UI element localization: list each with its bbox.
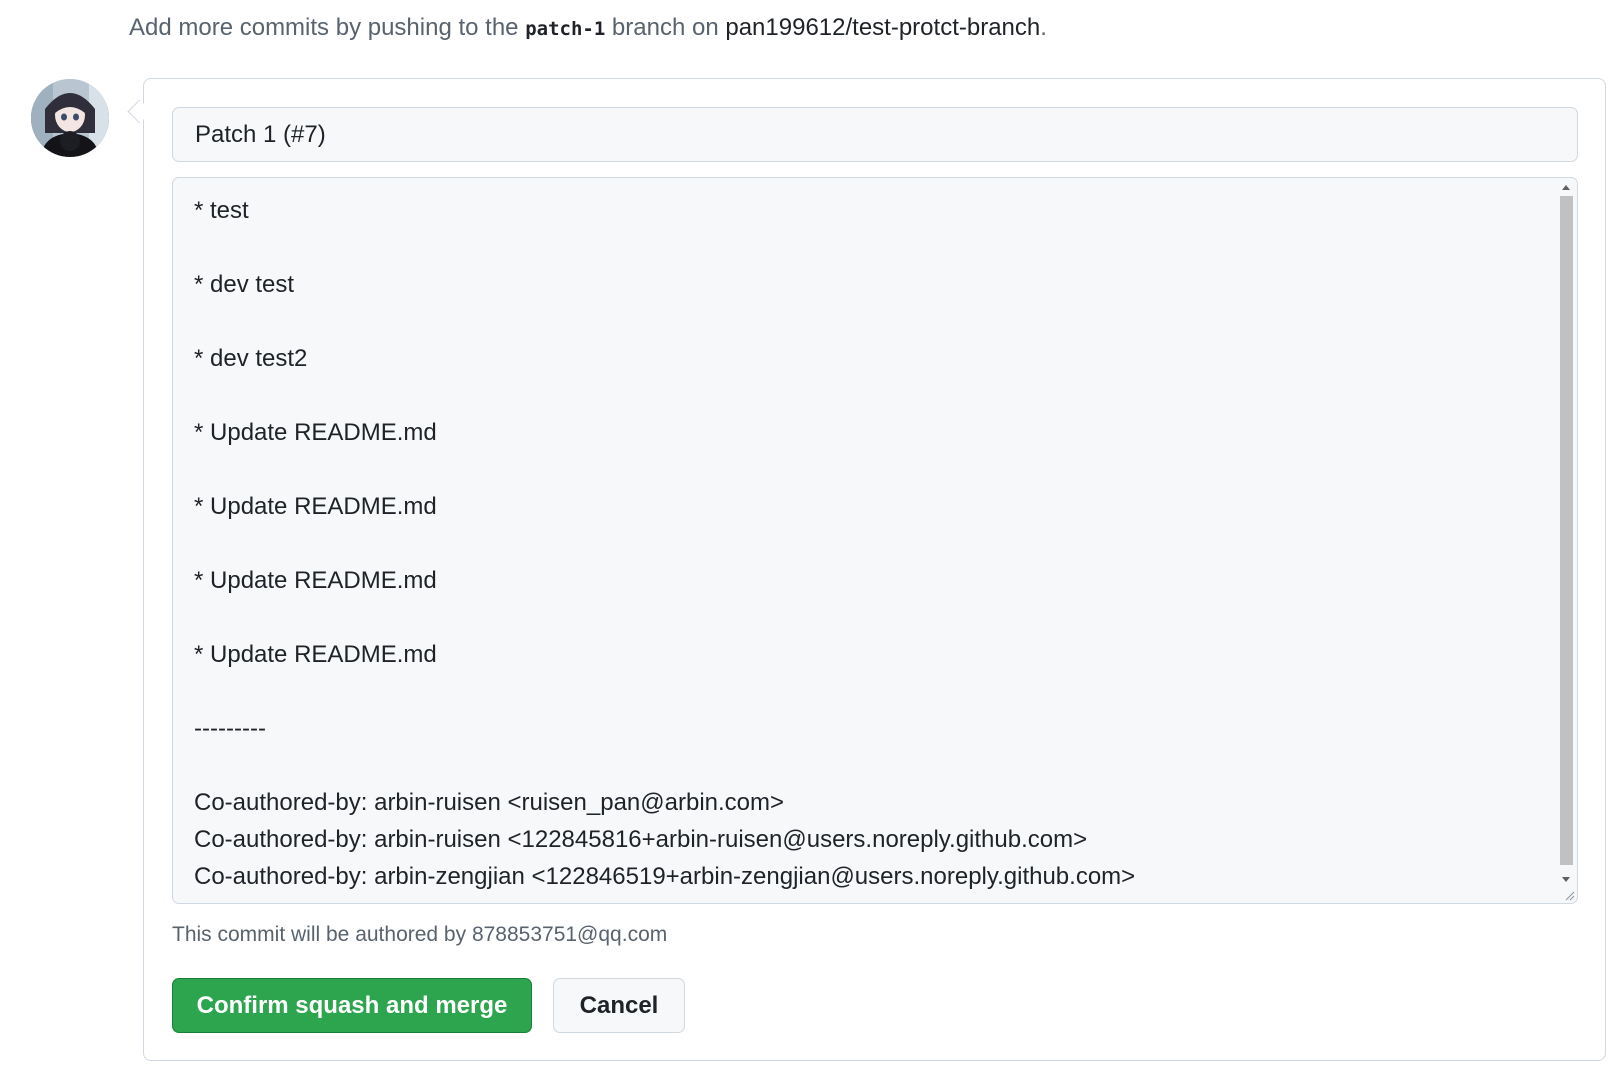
commit-message-line: * Update README.md <box>194 419 437 446</box>
commit-message-line: --------- <box>194 715 266 742</box>
message-scrollbar[interactable] <box>1557 179 1576 902</box>
avatar[interactable] <box>31 79 109 157</box>
commit-message-line <box>194 451 1547 488</box>
confirm-squash-merge-button[interactable]: Confirm squash and merge <box>172 978 532 1033</box>
commit-message-line: Co-authored-by: arbin-ruisen <ruisen_pan… <box>194 789 785 816</box>
commit-message-line <box>194 229 1547 266</box>
commit-title-input[interactable]: Patch 1 (#7) <box>172 107 1578 162</box>
cancel-button[interactable]: Cancel <box>553 978 685 1033</box>
commit-message-line: Co-authored-by: arbin-ruisen <122845816+… <box>194 826 1088 853</box>
avatar-image <box>31 79 109 157</box>
scroll-thumb[interactable] <box>1560 196 1573 865</box>
commit-author-note: This commit will be authored by 87885375… <box>172 923 668 946</box>
push-note-prefix: Add more commits by pushing to the <box>129 14 526 41</box>
commit-message-line <box>194 673 1547 710</box>
commit-message-line <box>194 599 1547 636</box>
commit-message-line <box>194 525 1547 562</box>
commit-message-line: * dev test2 <box>194 345 308 372</box>
commit-message-line <box>194 377 1547 414</box>
repo-link[interactable]: pan199612/test-protct-branch <box>725 14 1040 41</box>
scroll-up-arrow-icon[interactable] <box>1562 185 1570 190</box>
commit-message-textarea[interactable]: * test * dev test * dev test2 * Update READ… <box>172 177 1578 904</box>
commit-message-line: * test <box>194 197 249 224</box>
commit-message-line: * Update README.md <box>194 641 437 668</box>
merge-confirm-page: Add more commits by pushing to the patch… <box>0 0 1621 1069</box>
commit-message-line <box>194 747 1547 784</box>
commit-message-line: * Update README.md <box>194 567 437 594</box>
push-note-middle: branch on <box>605 14 726 41</box>
push-note-suffix: . <box>1040 14 1047 41</box>
commit-message-line: * Update README.md <box>194 493 437 520</box>
scroll-down-arrow-icon[interactable] <box>1562 877 1570 882</box>
commit-message-text: * test * dev test * dev test2 * Update READ… <box>194 192 1547 895</box>
push-instructions: Add more commits by pushing to the patch… <box>129 14 1047 42</box>
commit-message-line: * dev test <box>194 271 295 298</box>
commit-message-line <box>194 303 1547 340</box>
branch-name: patch-1 <box>525 18 606 40</box>
commit-message-line: Co-authored-by: arbin-zengjian <12284651… <box>194 863 1136 890</box>
resize-grip-icon[interactable] <box>1563 889 1575 901</box>
